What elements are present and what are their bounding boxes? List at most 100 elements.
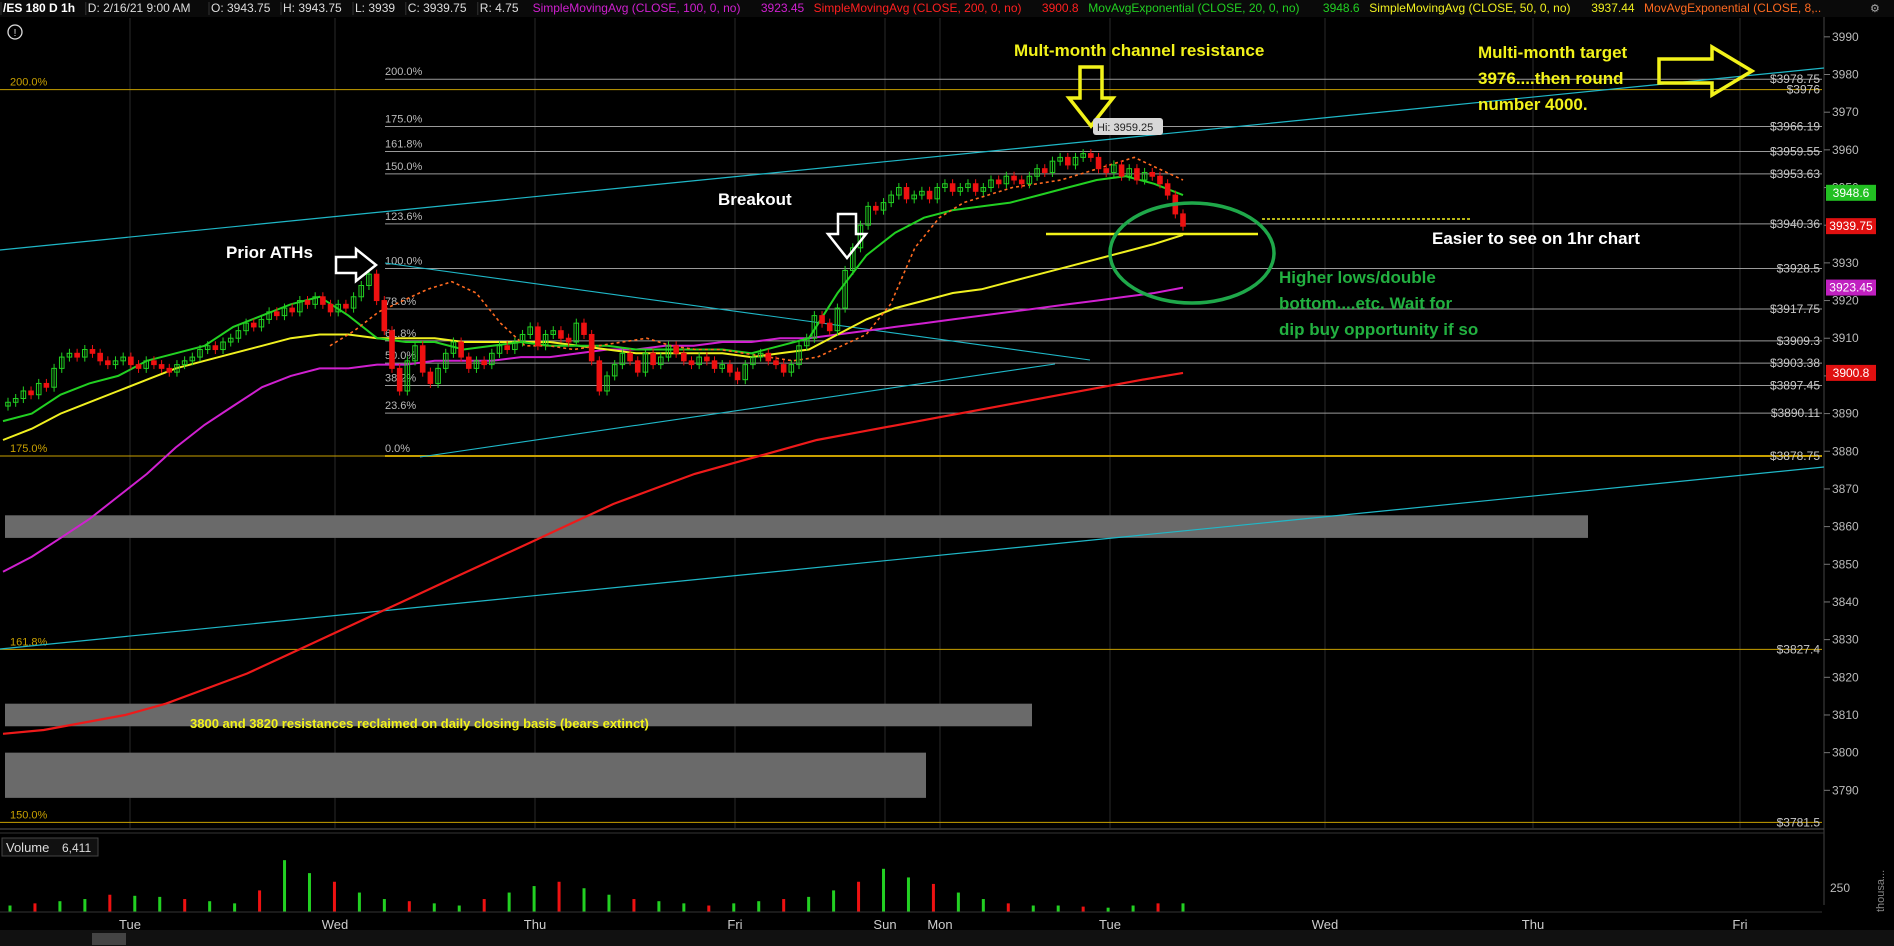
higher-lows-circle	[1108, 201, 1276, 305]
candle-body	[972, 183, 979, 192]
volume-bar	[507, 892, 511, 912]
study-name: SimpleMovingAvg (CLOSE, 50, 0, no)	[1369, 1, 1570, 15]
study-name: MovAvgExponential (CLOSE, 20, 0, no)	[1088, 1, 1299, 15]
volume-bar	[407, 901, 411, 912]
price-badge-label: 3923.45	[1829, 281, 1873, 295]
candle-body	[74, 352, 80, 358]
candle-body	[504, 345, 510, 351]
volume-bar	[457, 905, 461, 912]
scroll-thumb[interactable]	[92, 933, 126, 945]
chart-canvas: /ES 180 D 1h D: 2/16/21 9:00 AM O: 3943.75…	[0, 0, 1894, 946]
candle-body	[727, 364, 733, 373]
candle-body	[481, 360, 487, 366]
volume-bar	[657, 901, 661, 912]
candle-body	[673, 345, 679, 354]
moving-averages	[2, 156, 1184, 735]
price-tag: $3878.75	[1770, 449, 1820, 463]
candle-body	[1157, 175, 1163, 185]
candle-body	[581, 322, 587, 335]
volume-bar	[1156, 903, 1160, 912]
y-tick-label: 3930	[1832, 256, 1859, 270]
fib-label: 23.6%	[385, 400, 416, 412]
volume-bar	[307, 873, 311, 912]
candle-body	[711, 360, 718, 369]
price-tag: $3966.19	[1770, 120, 1820, 134]
header-high: H: 3943.75	[283, 1, 342, 15]
volume-bar	[1181, 903, 1185, 912]
price-tag: $3909.3	[1777, 334, 1821, 348]
y-tick-label: 3820	[1832, 670, 1859, 684]
candle-body	[780, 364, 787, 373]
x-tick-label: Thu	[1522, 917, 1544, 932]
x-tick-label: Wed	[1312, 917, 1339, 932]
volume-bar	[882, 868, 886, 912]
price-tag: $3827.4	[1777, 642, 1821, 656]
wide-fib-label: 200.0%	[10, 77, 48, 89]
candle-body	[43, 382, 50, 388]
candle-body	[381, 300, 388, 332]
volume-bar	[732, 903, 736, 912]
support-zone	[5, 515, 1588, 538]
candle-body	[1149, 171, 1156, 177]
volume-bar	[58, 901, 62, 912]
candle-body	[135, 364, 142, 369]
candle-body	[419, 345, 426, 373]
candle-body	[819, 315, 825, 324]
candle-body	[588, 333, 595, 362]
candle-body	[105, 360, 111, 366]
volume-bar	[432, 903, 436, 912]
volume-label: Volume	[6, 840, 49, 855]
study-name: MovAvgExponential (CLOSE, 8,...	[1644, 1, 1825, 15]
fib-label: 175.0%	[385, 114, 423, 126]
volume-tick-label: 250	[1830, 881, 1850, 895]
candle-body	[596, 360, 603, 392]
x-tick-label: Thu	[524, 917, 546, 932]
price-axis: 3790 3800 3810 3820 3830 3840 3850 3860 3870 3880…	[1770, 30, 1876, 829]
volume-bar	[382, 899, 386, 912]
candle-body	[166, 367, 173, 373]
candle-body	[273, 311, 280, 317]
price-tag: $3953.63	[1770, 167, 1820, 181]
candle-body	[688, 360, 695, 366]
candle-body	[535, 326, 541, 347]
study-value: 3937.44	[1591, 1, 1635, 15]
target-label-line-3: number 4000.	[1478, 95, 1588, 114]
bottom-bar	[0, 930, 1894, 946]
wide-fib-label: 175.0%	[10, 443, 48, 455]
volume-bar	[981, 899, 985, 912]
candle-body	[1011, 175, 1017, 181]
candle-body	[128, 356, 134, 366]
ema20-line	[2, 175, 1184, 423]
volume-bar	[33, 903, 37, 912]
candle-body	[826, 322, 833, 332]
y-tick-label: 3810	[1832, 708, 1859, 722]
volume-bar	[482, 899, 486, 912]
volume-value: 6,411	[62, 841, 91, 855]
candle-body	[681, 352, 687, 362]
info-icon[interactable]: !	[7, 24, 23, 40]
volume-bar	[757, 901, 761, 912]
volume-bar	[1131, 905, 1135, 912]
svg-text:!: !	[14, 28, 17, 39]
volume-bar	[807, 896, 811, 912]
candle-body	[212, 345, 219, 351]
candle-body	[627, 352, 633, 362]
candle-body	[1164, 183, 1171, 196]
candle-body	[1018, 179, 1025, 185]
candle-body	[903, 187, 910, 200]
candle-body	[734, 371, 741, 381]
y-tick-label: 3990	[1832, 30, 1859, 44]
x-tick-label: Tue	[1099, 917, 1121, 932]
candle-body	[151, 360, 157, 366]
candle-body	[465, 356, 472, 369]
candle-body	[327, 303, 334, 313]
y-tick-label: 3920	[1832, 294, 1859, 308]
easier-label: Easier to see on 1hr chart	[1432, 229, 1640, 248]
settings-icon[interactable]: ⚙	[1870, 3, 1880, 15]
header-close: C: 3939.75	[408, 1, 467, 15]
candle-body	[565, 337, 572, 343]
y-tick-label: 3970	[1832, 105, 1859, 119]
volume-bar	[906, 877, 910, 912]
high-marker-label: Hi: 3959.25	[1097, 122, 1153, 134]
candle-body	[650, 352, 656, 366]
